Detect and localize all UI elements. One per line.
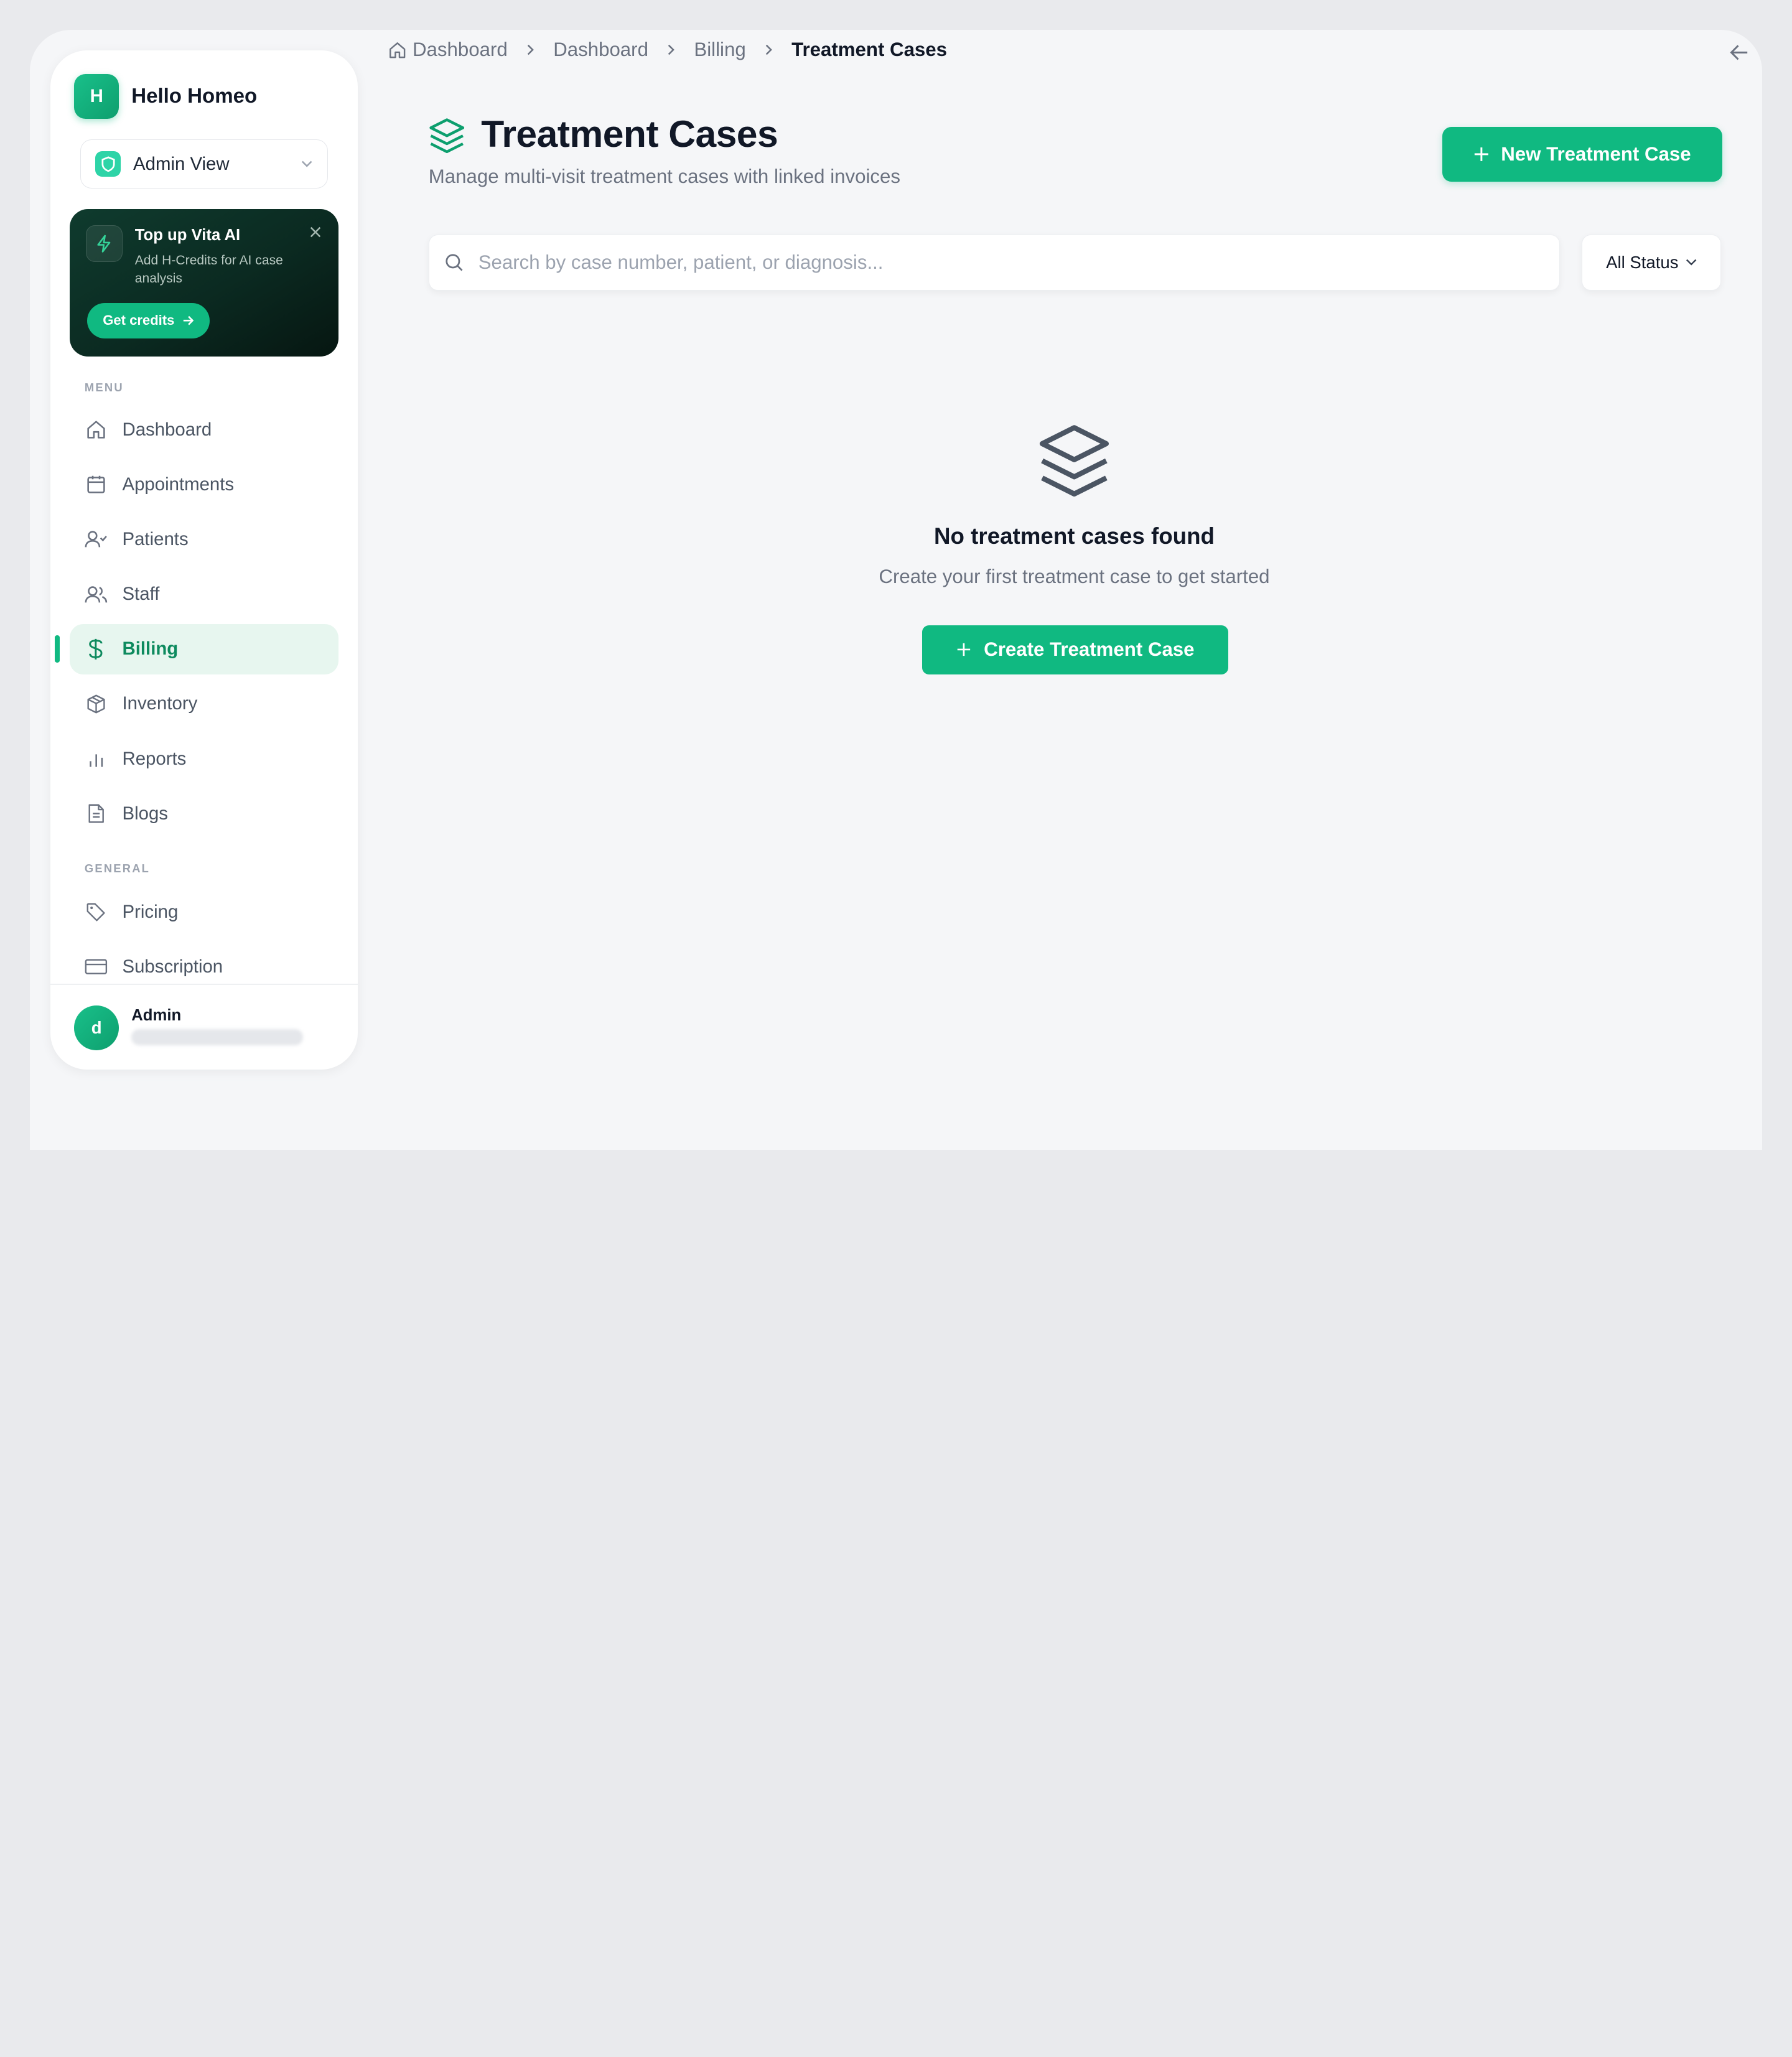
calendar-icon	[85, 473, 108, 496]
sidebar-item-label: Pricing	[122, 901, 179, 922]
sidebar-item-label: Subscription	[122, 956, 223, 977]
user-name: Admin	[131, 1007, 182, 1025]
bar-chart-icon	[85, 747, 108, 770]
tag-icon	[85, 900, 108, 923]
brand-name: Hello Homeo	[131, 85, 258, 108]
breadcrumb-item-billing[interactable]: Billing	[694, 39, 745, 61]
new-treatment-case-label: New Treatment Case	[1501, 142, 1691, 165]
file-text-icon	[85, 802, 108, 825]
chevron-right-icon	[648, 43, 694, 57]
view-selector-value: Admin View	[133, 153, 230, 174]
dollar-icon	[85, 638, 108, 661]
status-filter[interactable]: All Status	[1581, 234, 1722, 291]
page-subtitle: Manage multi-visit treatment cases with …	[428, 166, 900, 188]
view-selector[interactable]: Admin View	[80, 139, 329, 189]
sidebar-item-label: Blogs	[122, 803, 168, 824]
home-icon	[85, 418, 108, 441]
credit-card-icon	[85, 955, 108, 978]
sidebar-item-label: Billing	[122, 638, 179, 660]
breadcrumb-item-dashboard[interactable]: Dashboard	[553, 39, 648, 61]
breadcrumb-item-current: Treatment Cases	[791, 39, 947, 61]
brand[interactable]: H Hello Homeo	[74, 74, 257, 119]
breadcrumb-label: Dashboard	[553, 39, 648, 61]
brand-logo: H	[74, 74, 119, 119]
arrow-left-icon[interactable]	[1728, 41, 1751, 64]
sidebar-item-pricing[interactable]: Pricing	[70, 887, 338, 937]
get-credits-button[interactable]: Get credits	[86, 302, 210, 338]
sidebar: H Hello Homeo Admin View Top up Vita AI …	[50, 50, 358, 1070]
sidebar-item-billing[interactable]: Billing	[70, 623, 338, 674]
promo-card: Top up Vita AI Add H-Credits for AI case…	[70, 209, 338, 357]
sidebar-item-label: Reports	[122, 748, 187, 769]
sidebar-item-dashboard[interactable]: Dashboard	[70, 404, 338, 455]
status-filter-value: All Status	[1606, 252, 1679, 272]
search-input[interactable]	[478, 251, 1530, 274]
layers-icon	[429, 118, 465, 154]
shield-icon	[95, 151, 121, 177]
sidebar-item-patients[interactable]: Patients	[70, 515, 338, 565]
user-email-redacted	[131, 1029, 303, 1046]
breadcrumb-label: Dashboard	[413, 39, 508, 61]
home-icon	[390, 42, 406, 58]
create-treatment-case-button[interactable]: Create Treatment Case	[922, 625, 1229, 674]
new-treatment-case-button[interactable]: New Treatment Case	[1442, 126, 1722, 182]
sidebar-divider	[50, 984, 358, 986]
plus-icon	[957, 643, 971, 656]
package-icon	[85, 693, 108, 716]
empty-state-title: No treatment cases found	[934, 523, 1215, 549]
sidebar-item-label: Inventory	[122, 693, 198, 714]
sidebar-item-blogs[interactable]: Blogs	[70, 788, 338, 839]
breadcrumb-label: Billing	[694, 39, 746, 61]
page-title: Treatment Cases	[481, 112, 778, 155]
plus-icon	[1475, 147, 1489, 161]
breadcrumb: Dashboard Dashboard Billing Treatment Ca…	[388, 39, 947, 61]
promo-description: Add H-Credits for AI case analysis	[134, 253, 283, 286]
user-profile[interactable]: d Admin	[74, 1005, 303, 1050]
sidebar-item-label: Staff	[122, 584, 160, 605]
chevron-right-icon	[746, 43, 791, 57]
chevron-right-icon	[508, 43, 553, 57]
search-icon	[446, 254, 463, 271]
breadcrumb-item-dashboard-home[interactable]: Dashboard	[388, 39, 508, 61]
sidebar-item-inventory[interactable]: Inventory	[70, 679, 338, 729]
layers-icon	[1039, 424, 1109, 497]
sidebar-item-staff[interactable]: Staff	[70, 569, 338, 620]
sidebar-item-appointments[interactable]: Appointments	[70, 459, 338, 510]
menu-section-label: MENU	[84, 380, 124, 394]
get-credits-label: Get credits	[103, 312, 175, 329]
sidebar-item-reports[interactable]: Reports	[70, 734, 338, 784]
active-indicator	[55, 635, 60, 663]
lightning-icon	[85, 225, 123, 262]
chevron-down-icon	[301, 161, 312, 168]
chevron-down-icon	[1686, 259, 1696, 266]
arrow-right-icon	[184, 315, 194, 325]
sidebar-item-label: Dashboard	[122, 419, 212, 440]
sidebar-item-label: Appointments	[122, 473, 235, 495]
user-check-icon	[85, 528, 108, 551]
general-section-label: GENERAL	[84, 861, 151, 875]
empty-state-description: Create your first treatment case to get …	[879, 566, 1270, 588]
breadcrumb-label: Treatment Cases	[791, 39, 948, 61]
users-icon	[85, 583, 108, 606]
search-bar	[428, 234, 1561, 291]
avatar: d	[74, 1005, 119, 1050]
create-treatment-case-label: Create Treatment Case	[984, 638, 1195, 661]
close-icon[interactable]	[309, 225, 322, 239]
promo-title: Top up Vita AI	[134, 226, 241, 244]
sidebar-item-label: Patients	[122, 528, 189, 549]
